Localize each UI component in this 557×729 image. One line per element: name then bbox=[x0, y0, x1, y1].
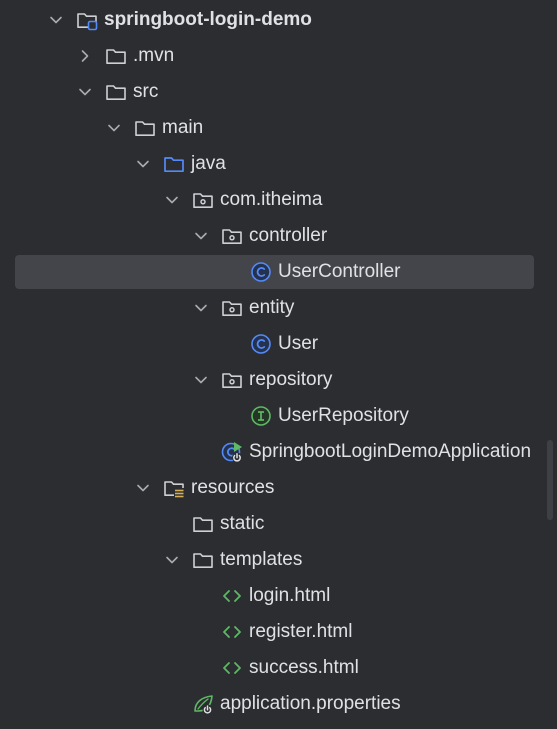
interface-icon bbox=[250, 405, 272, 427]
project-tree-panel: springboot-login-demo .mvn src main java com.… bbox=[0, 0, 557, 729]
chevron-down-icon[interactable] bbox=[192, 371, 210, 389]
chevron-down-icon[interactable] bbox=[105, 119, 123, 137]
tree-item-label: src bbox=[133, 81, 159, 102]
tree-item-register-html[interactable]: register.html bbox=[0, 614, 557, 650]
chevron-down-icon[interactable] bbox=[163, 551, 181, 569]
tree-item-label: controller bbox=[249, 225, 328, 246]
folder-icon bbox=[105, 81, 127, 103]
package-icon bbox=[221, 369, 243, 391]
folder-icon bbox=[134, 117, 156, 139]
tree-item-java[interactable]: java bbox=[0, 146, 557, 182]
tree-item-login-html[interactable]: login.html bbox=[0, 578, 557, 614]
tree-item-label: application.properties bbox=[220, 693, 401, 714]
tree-item-repository[interactable]: repository bbox=[0, 362, 557, 398]
tree-item-label: UserRepository bbox=[278, 405, 409, 426]
tree-item-label: static bbox=[220, 513, 265, 534]
tree-item-success-html[interactable]: success.html bbox=[0, 650, 557, 686]
chevron-down-icon[interactable] bbox=[134, 155, 152, 173]
tree-item-label: success.html bbox=[249, 657, 359, 678]
folder-icon bbox=[192, 549, 214, 571]
tree-item-mvn[interactable]: .mvn bbox=[0, 38, 557, 74]
resources-folder-icon bbox=[163, 477, 185, 499]
folder-icon bbox=[105, 45, 127, 67]
spring-properties-icon bbox=[192, 693, 214, 715]
html-file-icon bbox=[221, 621, 243, 643]
source-folder-icon bbox=[163, 153, 185, 175]
chevron-down-icon[interactable] bbox=[47, 11, 65, 29]
tree-item-usercontroller[interactable]: UserController bbox=[0, 254, 557, 290]
package-icon bbox=[221, 297, 243, 319]
tree-item-springbootlogindemoapplication[interactable]: SpringbootLoginDemoApplication bbox=[0, 434, 557, 470]
tree-item-main[interactable]: main bbox=[0, 110, 557, 146]
tree-item-label: templates bbox=[220, 549, 303, 570]
tree-item-label: User bbox=[278, 333, 319, 354]
class-icon bbox=[250, 261, 272, 283]
tree-item-src[interactable]: src bbox=[0, 74, 557, 110]
tree-item-label: register.html bbox=[249, 621, 353, 642]
tree-item-label: SpringbootLoginDemoApplication bbox=[249, 441, 532, 462]
chevron-right-icon[interactable] bbox=[76, 47, 94, 65]
tree-item-label: com.itheima bbox=[220, 189, 323, 210]
package-icon bbox=[221, 225, 243, 247]
tree-item-controller[interactable]: controller bbox=[0, 218, 557, 254]
tree-item-application-properties[interactable]: application.properties bbox=[0, 686, 557, 722]
tree-item-resources[interactable]: resources bbox=[0, 470, 557, 506]
tree-item-com-itheima[interactable]: com.itheima bbox=[0, 182, 557, 218]
html-file-icon bbox=[221, 585, 243, 607]
module-folder-icon bbox=[76, 9, 98, 31]
tree-item-entity[interactable]: entity bbox=[0, 290, 557, 326]
tree-item-label: repository bbox=[249, 369, 333, 390]
tree-item-label: .mvn bbox=[133, 45, 175, 66]
tree-item-springboot-login-demo[interactable]: springboot-login-demo bbox=[0, 2, 557, 38]
tree-item-label: resources bbox=[191, 477, 275, 498]
folder-icon bbox=[192, 513, 214, 535]
spring-boot-class-icon bbox=[221, 441, 243, 463]
tree-item-templates[interactable]: templates bbox=[0, 542, 557, 578]
class-icon bbox=[250, 333, 272, 355]
chevron-down-icon[interactable] bbox=[192, 299, 210, 317]
chevron-down-icon[interactable] bbox=[76, 83, 94, 101]
tree-item-label: entity bbox=[249, 297, 295, 318]
tree-item-static[interactable]: static bbox=[0, 506, 557, 542]
tree-item-userrepository[interactable]: UserRepository bbox=[0, 398, 557, 434]
chevron-down-icon[interactable] bbox=[163, 191, 181, 209]
html-file-icon bbox=[221, 657, 243, 679]
chevron-down-icon[interactable] bbox=[134, 479, 152, 497]
tree-item-label: UserController bbox=[278, 261, 401, 282]
tree-item-user[interactable]: User bbox=[0, 326, 557, 362]
tree-item-label: main bbox=[162, 117, 204, 138]
tree-item-label: springboot-login-demo bbox=[104, 9, 312, 30]
tree-item-label: login.html bbox=[249, 585, 331, 606]
chevron-down-icon[interactable] bbox=[192, 227, 210, 245]
tree-item-label: java bbox=[191, 153, 226, 174]
package-icon bbox=[192, 189, 214, 211]
